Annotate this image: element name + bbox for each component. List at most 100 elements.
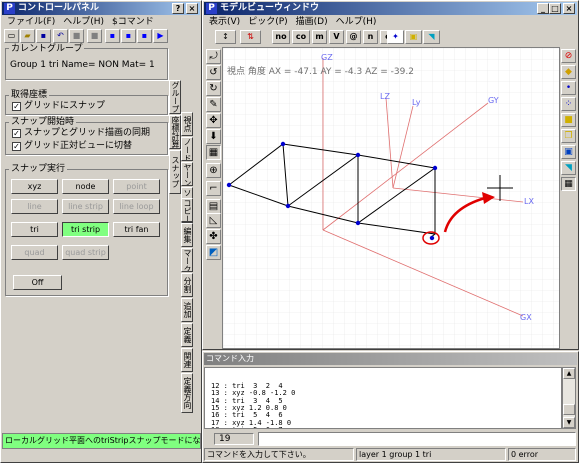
view-toolbar-button-0[interactable]: no (272, 30, 290, 44)
save-disk-icon[interactable]: ▪ (36, 29, 51, 43)
paint-tool-icon[interactable]: ◩ (206, 245, 221, 260)
move-tool-icon[interactable]: ✥ (206, 113, 221, 128)
view-toolbar-button-1[interactable]: co (292, 30, 310, 44)
command-titlebar[interactable]: コマンド入力 (204, 353, 577, 365)
scroll-thumb[interactable] (563, 404, 575, 415)
model-view-title: モデルビューウィンドウ (220, 3, 320, 13)
menu-help[interactable]: ヘルプ(H) (63, 17, 104, 27)
gz-label: GZ (321, 53, 333, 62)
menu-file[interactable]: ファイル(F) (7, 17, 55, 27)
menu-draw[interactable]: 描画(D) (296, 17, 328, 27)
viewport[interactable]: GZ LZ Ly GY LX GX 視点 角度 AX = -47.1 AY = … (222, 47, 560, 349)
line-number: 19 (219, 434, 231, 444)
grid-tool-icon[interactable]: ▦ (206, 145, 221, 160)
open-folder-icon[interactable]: ▰ (20, 29, 35, 43)
snap-button-line[interactable]: line (11, 199, 58, 214)
grid-front-view-checkbox[interactable]: ✓ グリッド正対ビューに切替 (12, 141, 132, 152)
pen-tool-icon[interactable]: ✎ (206, 97, 221, 112)
table-tool-icon[interactable]: ▤ (206, 199, 221, 214)
snap-button-xyz[interactable]: xyz (11, 179, 58, 194)
blue-square-2-icon[interactable]: ▪ (121, 29, 136, 43)
snap-button-tri-fan[interactable]: tri fan (113, 222, 160, 237)
tab-side_tabs_right-5[interactable]: 定義 (181, 323, 193, 347)
log-scrollbar[interactable]: ▲ ▼ (562, 367, 576, 429)
puzzle-tool-icon[interactable]: ✤ (206, 229, 221, 244)
command-input[interactable] (258, 432, 576, 446)
yellow-cube-2-icon[interactable]: ❐ (561, 129, 576, 143)
tab-side_tabs_left-0[interactable]: グループ (169, 80, 181, 114)
yellow-diamond-icon[interactable]: ◆ (561, 65, 576, 79)
gx-label: GX (520, 313, 532, 322)
view-toolbar-button-2[interactable]: m (312, 30, 327, 44)
cyan-arrow-icon[interactable]: ◥ (423, 30, 440, 44)
snap-button-quad-strip[interactable]: quad strip (62, 245, 109, 260)
tab-side_tabs_right-7[interactable]: 定義方向 (181, 373, 193, 413)
blue-node-icon[interactable]: ⁘ (561, 97, 576, 111)
no-entry-icon[interactable]: ⊘ (561, 49, 576, 63)
blue-square-icon[interactable]: ▪ (105, 29, 120, 43)
yellow-cube-icon[interactable]: ▣ (405, 30, 422, 44)
tab-side_tabs_mid-1[interactable]: ノード (181, 137, 193, 161)
down-tool-icon[interactable]: ⬇ (206, 129, 221, 144)
app-icon: P (206, 3, 217, 14)
scroll-down-icon[interactable]: ▼ (563, 417, 575, 428)
gray-square-2-icon[interactable]: ■ (87, 29, 102, 43)
gray-square-icon[interactable]: ■ (69, 29, 84, 43)
snap-to-grid-checkbox[interactable]: ✓ グリッドにスナップ (12, 101, 105, 112)
cyan-arrow-2-icon[interactable]: ◥ (561, 161, 576, 175)
rotate-tool-icon[interactable]: ⤾ (206, 49, 221, 64)
tab-side_tabs_mid-2[interactable]: ヤーン (181, 162, 193, 186)
sync-snap-grid-checkbox[interactable]: ✓ スナップとグリッド描画の同期 (12, 128, 150, 139)
blue-box-icon[interactable]: ▣ (561, 145, 576, 159)
minimize-button[interactable]: _ (537, 3, 549, 14)
snap-button-quad[interactable]: quad (11, 245, 58, 260)
crosshair-tool-icon[interactable]: ⊕ (206, 163, 221, 178)
stair-tool-icon[interactable]: ⌐ (206, 181, 221, 196)
view-toolbar-button-4[interactable]: @ (346, 30, 361, 44)
snap-button-tri[interactable]: tri (11, 222, 58, 237)
blue-square-3-icon[interactable]: ▪ (137, 29, 152, 43)
axis-arrow-icon[interactable]: ↕ (215, 30, 236, 44)
tab-side_tabs_left-2[interactable]: スナップ (169, 150, 181, 194)
pick-node-icon[interactable]: ✦ (387, 30, 404, 44)
snap-button-tri-strip[interactable]: tri strip (62, 222, 109, 237)
rotate-x-tool-icon[interactable]: ↺ (206, 65, 221, 80)
model-view-titlebar[interactable]: P モデルビューウィンドウ _ □ × (204, 2, 577, 15)
snap-button-node[interactable]: node (62, 179, 109, 194)
tab-side_tabs_left-1[interactable]: 座標計算 (169, 115, 181, 149)
menu-pick[interactable]: ピック(P) (248, 17, 287, 27)
tab-side_tabs_right-1[interactable]: 編集 (181, 223, 193, 247)
scroll-up-icon[interactable]: ▲ (563, 368, 575, 379)
grid-toggle-icon[interactable]: ▦ (561, 177, 576, 191)
blue-dot-icon[interactable]: • (561, 81, 576, 95)
play-icon[interactable]: ▶ (153, 29, 168, 43)
close-button[interactable]: × (563, 3, 575, 14)
menu-view[interactable]: 表示(V) (209, 17, 240, 27)
new-file-icon[interactable]: ▭ (4, 29, 19, 43)
undo-icon[interactable]: ↶ (53, 29, 68, 43)
off-button[interactable]: Off (13, 275, 62, 290)
tab-side_tabs_right-3[interactable]: 分割 (181, 273, 193, 297)
tab-side_tabs_mid-0[interactable]: 視点 (181, 112, 193, 136)
control-panel-titlebar[interactable]: P コントロールパネル ? × (2, 2, 200, 15)
view-toolbar-button-5[interactable]: n (363, 30, 378, 44)
status-text: ローカルグリッド平面へのtriStripスナップモードになりました。 (5, 436, 201, 445)
snap-button-point[interactable]: point (113, 179, 160, 194)
snap-button-line-strip[interactable]: line strip (62, 199, 109, 214)
command-log[interactable]: 12 : tri 3 2 4 13 : xyz -0.8 -1.2 0 14 : t… (204, 367, 562, 429)
measure-tool-icon[interactable]: ◺ (206, 213, 221, 228)
snap-button-line-loop[interactable]: line loop (113, 199, 160, 214)
tab-side_tabs_right-2[interactable]: マーク (181, 248, 193, 272)
close-title-button[interactable]: × (186, 3, 198, 14)
axis-red-icon[interactable]: ⇅ (240, 30, 261, 44)
maximize-button[interactable]: □ (549, 3, 561, 14)
help-title-button[interactable]: ? (172, 3, 184, 14)
menu-help[interactable]: ヘルプ(H) (336, 17, 377, 27)
view-toolbar-button-3[interactable]: V (329, 30, 344, 44)
tab-side_tabs_right-4[interactable]: 追加 (181, 298, 193, 322)
tab-side_tabs_right-6[interactable]: 関連 (181, 348, 193, 372)
rotate-y-tool-icon[interactable]: ↻ (206, 81, 221, 96)
yellow-square-icon[interactable]: ■ (561, 113, 576, 127)
menu-command[interactable]: $コマンド (112, 17, 154, 27)
tab-side_tabs_right-0[interactable]: コピー (181, 198, 193, 222)
